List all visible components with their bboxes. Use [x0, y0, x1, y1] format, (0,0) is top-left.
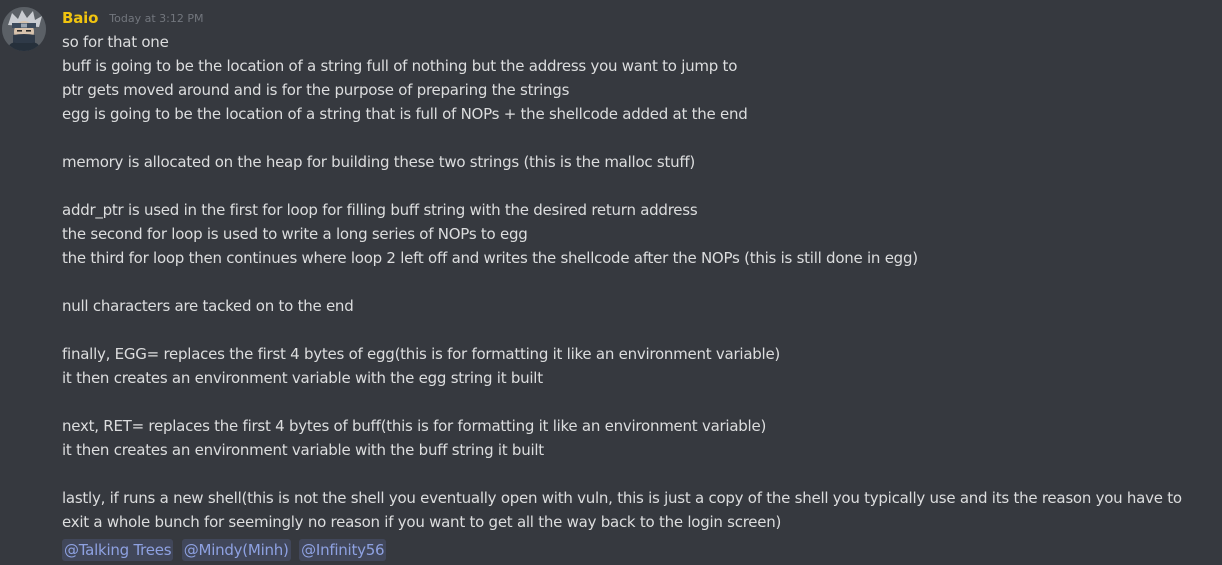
message-content: so for that one buff is going to be the … — [62, 30, 1212, 561]
message-line: finally, EGG= replaces the first 4 bytes… — [62, 345, 781, 363]
message-timestamp: Today at 3:12 PM — [109, 12, 204, 25]
message-line: memory is allocated on the heap for buil… — [62, 153, 696, 171]
message-line: lastly, if runs a new shell(this is not … — [62, 489, 1182, 531]
ninja-avatar-icon — [2, 7, 46, 51]
message-line: addr_ptr is used in the first for loop f… — [62, 201, 698, 219]
message-line: the second for loop is used to write a l… — [62, 225, 528, 243]
message-line: egg is going to be the location of a str… — [62, 105, 748, 123]
message-line: it then creates an environment variable … — [62, 369, 543, 387]
chat-message: Baio Today at 3:12 PM so for that one bu… — [0, 0, 1222, 565]
mentions-row: @Talking Trees @Mindy(Minh) @Infinity56 — [62, 538, 1212, 561]
message-header: Baio Today at 3:12 PM — [62, 8, 203, 30]
message-line: ptr gets moved around and is for the pur… — [62, 81, 570, 99]
message-line: so for that one — [62, 33, 169, 51]
mention-mindy-minh[interactable]: @Mindy(Minh) — [181, 539, 291, 561]
mention-infinity56[interactable]: @Infinity56 — [299, 539, 387, 561]
message-line: it then creates an environment variable … — [62, 441, 544, 459]
mention-talking-trees[interactable]: @Talking Trees — [62, 539, 174, 561]
author-name[interactable]: Baio — [62, 9, 98, 27]
message-line: next, RET= replaces the first 4 bytes of… — [62, 417, 767, 435]
user-avatar[interactable] — [2, 7, 46, 51]
message-line: buff is going to be the location of a st… — [62, 57, 738, 75]
message-line: the third for loop then continues where … — [62, 249, 918, 267]
message-line: null characters are tacked on to the end — [62, 297, 354, 315]
